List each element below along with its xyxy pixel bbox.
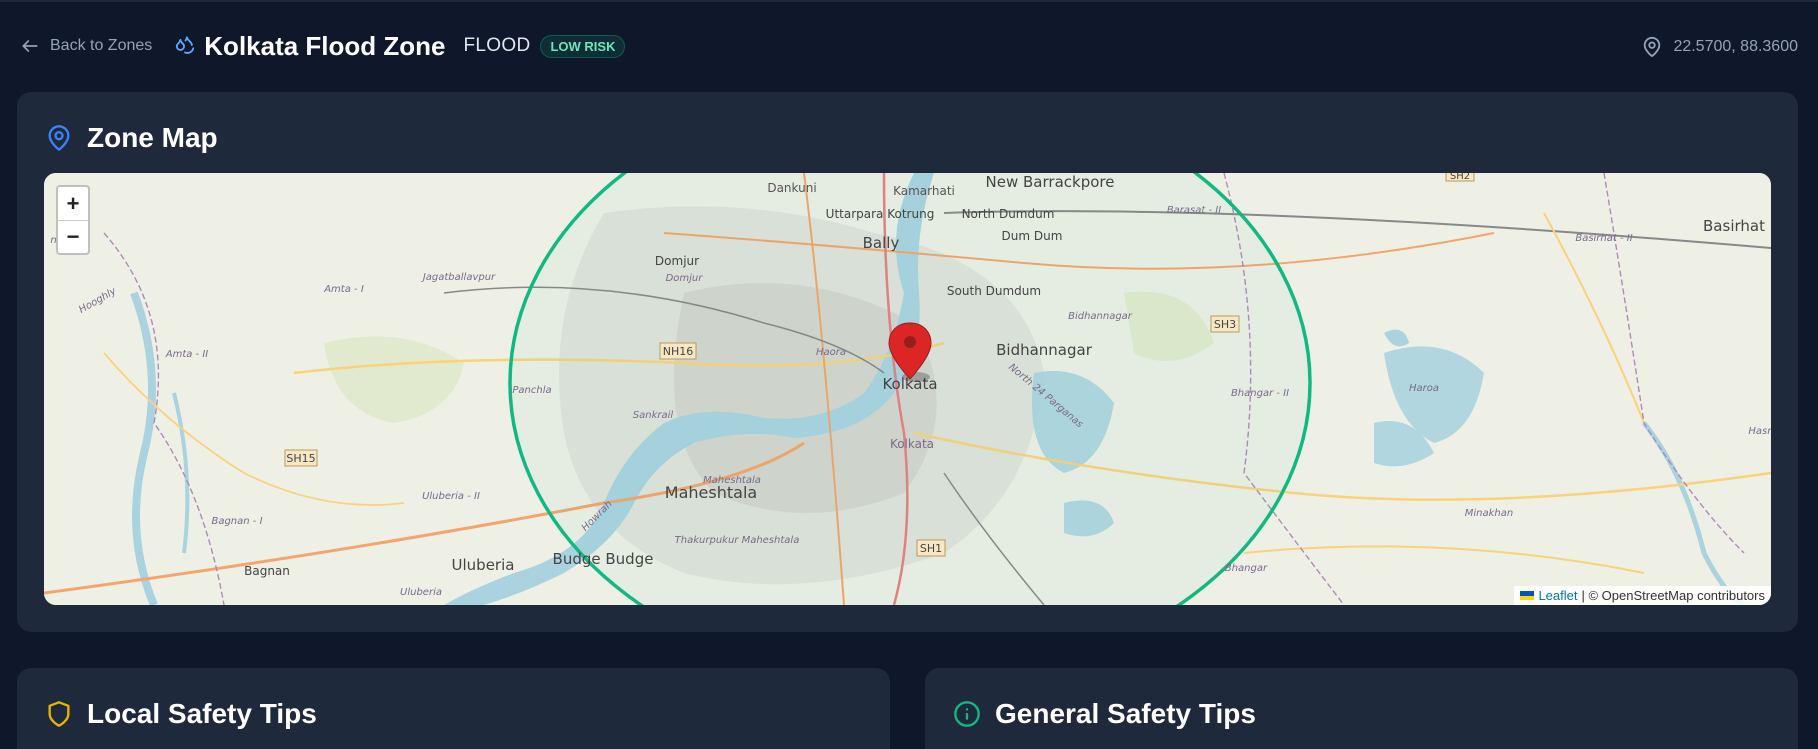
place-north-dumdum: North Dumdum: [962, 207, 1055, 221]
place-panchla: Panchla: [512, 385, 551, 396]
place-kolkata-small: Kolkata: [890, 437, 934, 451]
place-uttarpara: Uttarpara Kotrung: [826, 207, 935, 221]
svg-text:NH16: NH16: [663, 345, 694, 358]
svg-text:SH15: SH15: [286, 452, 315, 465]
place-barasat: Barasat - II: [1167, 205, 1221, 216]
general-safety-tips-header: General Safety Tips: [953, 698, 1256, 730]
zone-map-title: Zone Map: [87, 122, 218, 153]
shield-icon: [48, 701, 70, 727]
place-budge-budge: Budge Budge: [553, 550, 654, 568]
place-bidhannagar: Bidhannagar: [996, 341, 1093, 359]
place-basirhat-2: Basirhat - II: [1575, 233, 1632, 244]
droplets-icon: [176, 36, 195, 54]
risk-level-badge: LOW RISK: [540, 34, 626, 58]
place-bagnan-1: Bagnan - I: [211, 516, 262, 527]
map-attribution: Leaflet | © OpenStreetMap contributors: [1514, 586, 1771, 605]
place-maheshtala-small: Maheshtala: [703, 475, 761, 486]
zoom-in-button[interactable]: +: [58, 187, 88, 220]
road-shield-sh15: SH15: [284, 449, 318, 467]
place-amta-2: Amta - II: [165, 349, 209, 360]
road-shield-sh1: SH1: [916, 539, 946, 557]
page-header: Back to Zones Kolkata Flood Zone FLOOD L…: [0, 0, 1818, 92]
place-amta-1: Amta - I: [323, 284, 364, 295]
place-dankuni: Dankuni: [767, 181, 816, 195]
place-bhangar-2: Bhangar - II: [1231, 388, 1289, 399]
back-to-zones-label: Back to Zones: [50, 37, 153, 54]
osm-attribution-text: | © OpenStreetMap contributors: [1581, 588, 1766, 603]
place-bhangar: Bhangar: [1225, 563, 1268, 574]
local-safety-tips-title: Local Safety Tips: [87, 698, 317, 729]
place-bidhannagar-small: Bidhannagar: [1068, 311, 1133, 322]
local-safety-tips-card: Local Safety Tips: [17, 668, 890, 749]
place-uluberia: Uluberia: [452, 556, 515, 574]
place-dum-dum: Dum Dum: [1002, 229, 1063, 243]
place-bagnan: Bagnan: [244, 564, 290, 578]
place-bally: Bally: [863, 234, 900, 252]
map-pin-icon: [48, 125, 70, 151]
place-south-dumdum: South Dumdum: [947, 284, 1041, 298]
place-new-barrackpore: New Barrackpore: [986, 173, 1115, 191]
zone-map[interactable]: NH16 SH15 SH3 SH1 SH2 Dankuni Kamarhati …: [44, 173, 1771, 605]
place-uluberia-2: Uluberia - II: [422, 491, 480, 502]
zone-type-label: FLOOD: [463, 35, 531, 56]
place-domjur-small: Domjur: [666, 273, 704, 284]
place-haora: Haora: [816, 347, 846, 358]
road-shield-sh2: SH2: [1445, 173, 1475, 182]
place-hasn: Hasn: [1748, 426, 1771, 437]
zoom-out-button[interactable]: −: [58, 220, 88, 253]
coordinates-text: 22.5700, 88.3600: [1673, 38, 1798, 55]
map-tiles[interactable]: NH16 SH15 SH3 SH1 SH2 Dankuni Kamarhati …: [44, 173, 1771, 605]
zone-map-card: Zone Map NH16 SH15 SH3 SH1 SH2 Dankuni K…: [17, 92, 1798, 632]
zone-coordinates: 22.5700, 88.3600: [1641, 36, 1798, 58]
svg-text:SH2: SH2: [1450, 173, 1470, 182]
back-to-zones-link[interactable]: Back to Zones: [20, 36, 152, 56]
zone-title-group: Kolkata Flood Zone FLOOD LOW RISK: [174, 30, 626, 62]
info-icon: [954, 701, 980, 727]
leaflet-link[interactable]: Leaflet: [1538, 588, 1577, 603]
place-domjur: Domjur: [655, 254, 699, 268]
place-kamarhati: Kamarhati: [893, 184, 955, 198]
general-safety-tips-card: General Safety Tips: [925, 668, 1798, 749]
place-thakurpukur: Thakurpukur Maheshtala: [675, 535, 800, 546]
place-uluberia-small: Uluberia: [400, 587, 442, 598]
svg-text:SH3: SH3: [1214, 318, 1236, 331]
zone-map-header: Zone Map: [45, 122, 218, 154]
map-zoom-control: + −: [56, 185, 90, 255]
place-sankrail: Sankrail: [633, 410, 674, 421]
svg-text:SH1: SH1: [920, 542, 942, 555]
ukraine-flag-icon: [1520, 591, 1535, 600]
place-haroa: Haroa: [1409, 383, 1439, 394]
general-safety-tips-title: General Safety Tips: [995, 698, 1256, 729]
place-minakhan: Minakhan: [1465, 508, 1513, 519]
place-basirhat: Basirhat: [1703, 217, 1765, 235]
map-pin-icon: [1644, 36, 1661, 58]
road-shield-nh16: NH16: [659, 342, 697, 360]
arrow-left-icon: [22, 40, 38, 52]
local-safety-tips-header: Local Safety Tips: [45, 698, 317, 730]
place-jagatballavpur: Jagatballavpur: [421, 272, 496, 283]
zone-title: Kolkata Flood Zone: [204, 30, 446, 61]
road-shield-sh3: SH3: [1210, 315, 1240, 333]
